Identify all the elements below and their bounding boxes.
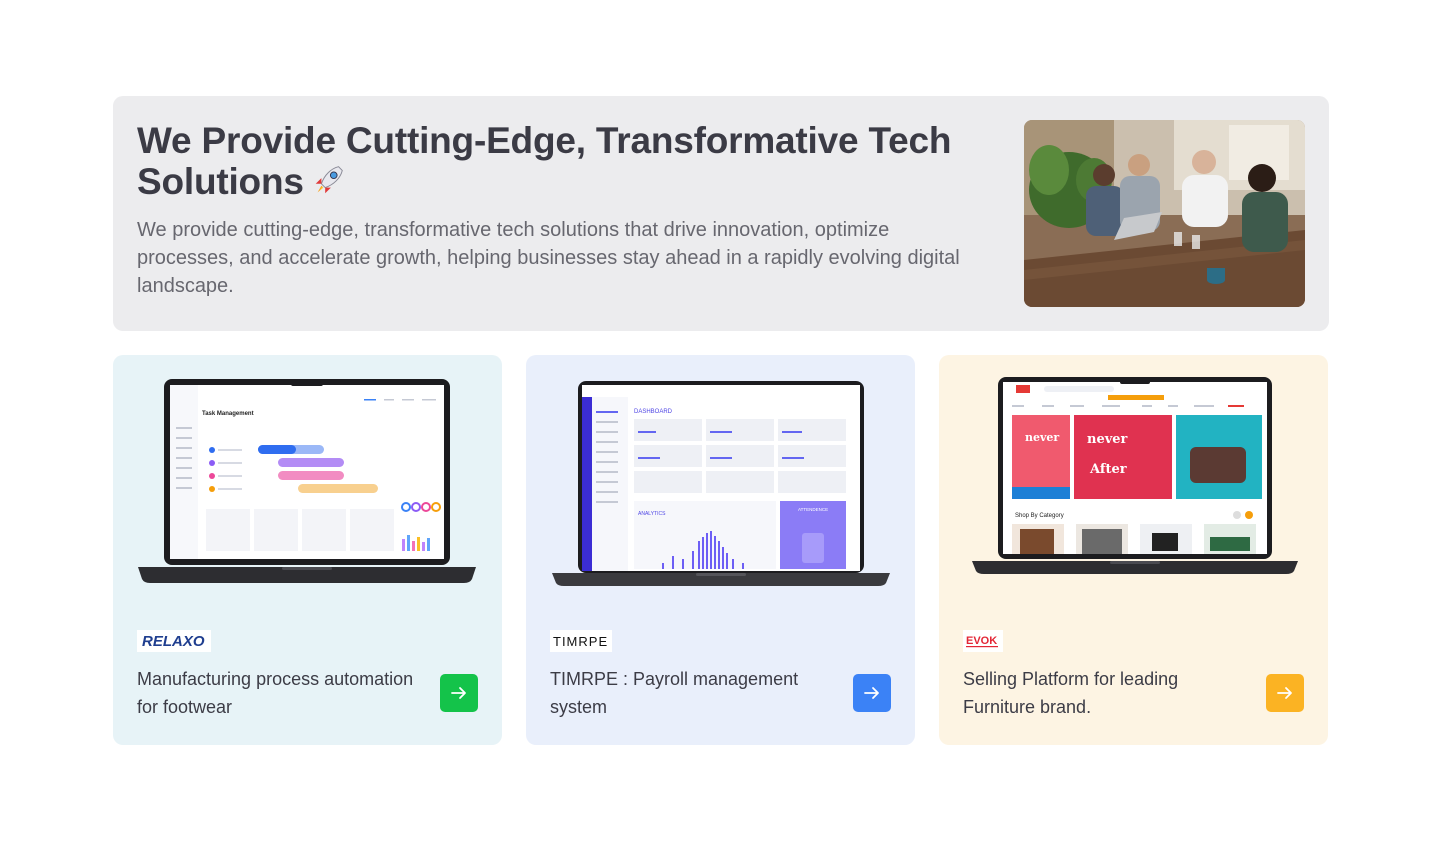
screen-title: Task Management — [202, 411, 254, 417]
relaxo-logo: RELAXO — [137, 630, 211, 652]
timrpe-logo: TIMRPE — [550, 630, 612, 652]
evok-logo: EVOK — [963, 630, 1003, 652]
svg-text:never: never — [1025, 431, 1059, 444]
project-card-evok[interactable]: never never After Shop By Category EVOK … — [939, 355, 1328, 745]
svg-text:After: After — [1089, 462, 1127, 477]
svg-text:RELAXO: RELAXO — [142, 633, 205, 650]
card-description: Selling Platform for leading Furniture b… — [963, 669, 1179, 717]
svg-text:EVOK: EVOK — [966, 635, 997, 647]
team-meeting-photo — [1024, 120, 1305, 307]
open-project-button[interactable] — [853, 674, 891, 712]
screen-panel-label: ATTENDENCE — [798, 507, 828, 512]
svg-text:never: never — [1087, 432, 1128, 447]
arrow-right-icon — [1277, 687, 1292, 699]
screen-section-label: ANALYTICS — [638, 511, 666, 517]
screen-title: DASHBOARD — [634, 409, 673, 415]
rocket-icon — [310, 161, 348, 207]
arrow-right-icon — [451, 687, 466, 699]
open-project-button[interactable] — [1266, 674, 1304, 712]
hero-title: We Provide Cutting-Edge, Transformative … — [137, 120, 997, 207]
laptop-mockup-task-management: Task Management — [138, 379, 476, 590]
arrow-right-icon — [864, 687, 879, 699]
laptop-mockup-furniture-store: never never After Shop By Category — [972, 377, 1298, 580]
hero-banner: We Provide Cutting-Edge, Transformative … — [113, 96, 1329, 331]
svg-text:TIMRPE: TIMRPE — [553, 634, 608, 649]
screen-section-label: Shop By Category — [1015, 513, 1064, 519]
laptop-mockup-payroll-dashboard: DASHBOARD ANALYTICS ATTENDENCE — [552, 381, 890, 592]
hero-description: We provide cutting-edge, transformative … — [137, 219, 960, 297]
card-description: Manufacturing process automation for foo… — [137, 669, 414, 717]
hero-title-text: We Provide Cutting-Edge, Transformative … — [137, 120, 952, 202]
project-card-timrpe[interactable]: DASHBOARD ANALYTICS ATTENDENCE TIMRPE TI… — [526, 355, 915, 745]
project-card-relaxo[interactable]: Task Management RELAXO Manufacturing pro… — [113, 355, 502, 745]
open-project-button[interactable] — [440, 674, 478, 712]
card-description: TIMRPE : Payroll management system — [550, 669, 799, 717]
